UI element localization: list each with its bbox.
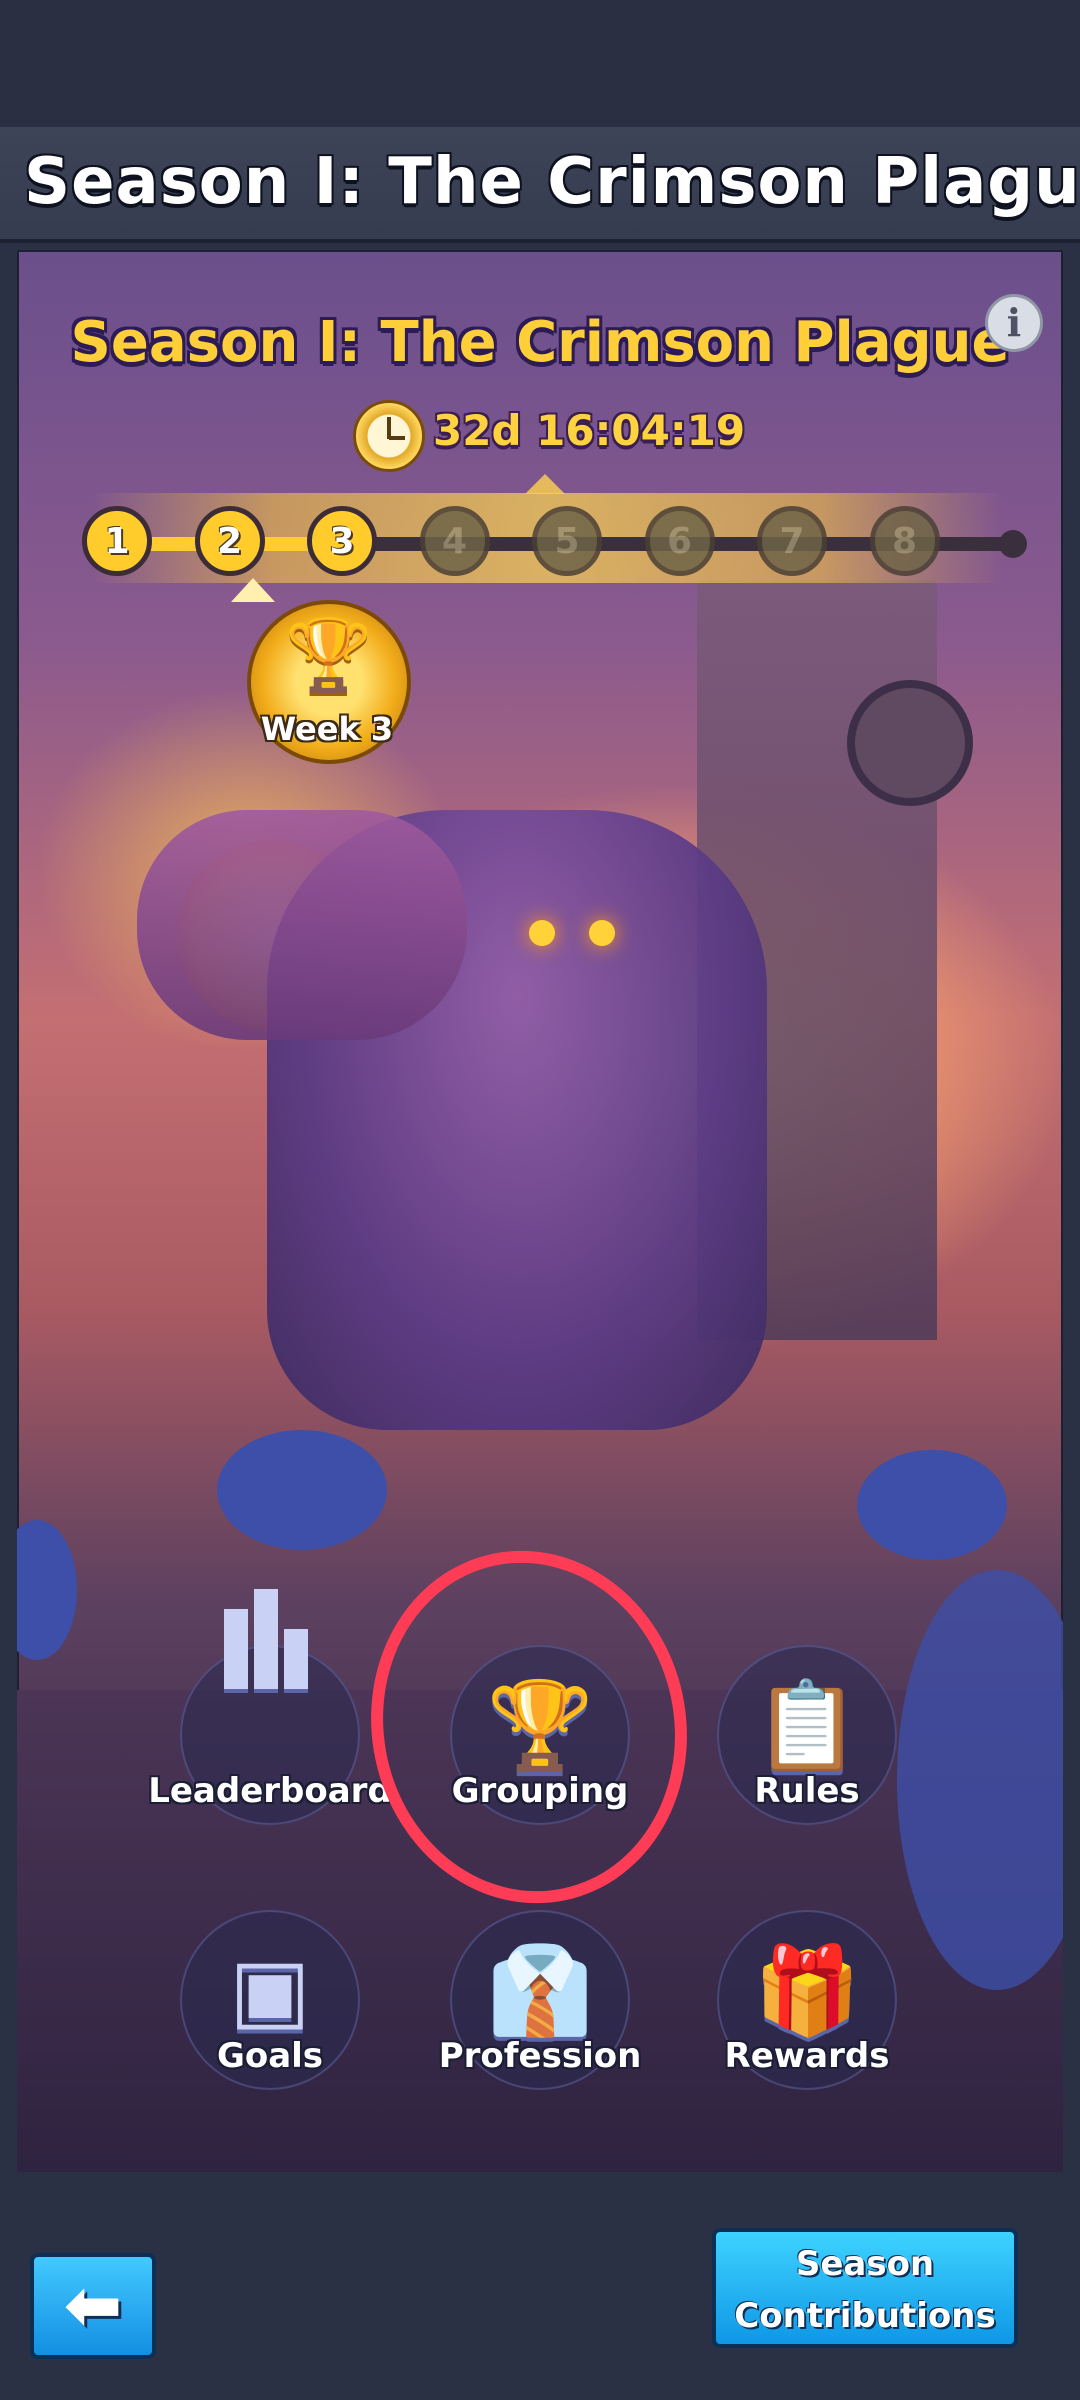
- week-node-5[interactable]: 5: [532, 506, 602, 576]
- week-node-1[interactable]: 1: [82, 506, 152, 576]
- banner-tip: [525, 474, 565, 494]
- trophy-icon: 🏆: [285, 614, 373, 696]
- robot-eye-right: [589, 920, 615, 946]
- page-title: Season I: The Crimson Plague: [24, 145, 1080, 219]
- leaderboard-button[interactable]: Leaderboard: [148, 1589, 392, 1845]
- robot-eye-left: [529, 920, 555, 946]
- contributions-line2: Contributions: [734, 2296, 996, 2336]
- soldier-art: [17, 1520, 77, 1660]
- clipboard-icon: 📋: [753, 1676, 861, 1776]
- week-node-8[interactable]: 8: [869, 506, 940, 576]
- week-node-6[interactable]: 6: [644, 506, 715, 576]
- season-scene: Season I: The Crimson Plague i 32d 16:04…: [17, 250, 1063, 2172]
- leaderboard-label: Leaderboard: [148, 1771, 392, 1811]
- rewards-label: Rewards: [724, 2036, 890, 2076]
- current-week-pointer: [231, 578, 275, 602]
- info-icon[interactable]: i: [985, 294, 1043, 352]
- header-bar: Season I: The Crimson Plague: [0, 127, 1080, 243]
- rules-button[interactable]: 📋 Rules: [707, 1645, 907, 1845]
- week-node-4[interactable]: 4: [419, 506, 490, 576]
- profession-button[interactable]: 👔 Profession: [439, 1910, 641, 2110]
- soldier-helmet-art: [217, 1430, 387, 1550]
- contributions-line1: Season: [795, 2244, 935, 2284]
- gift-icon: 🎁: [753, 1941, 861, 2041]
- season-title: Season I: The Crimson Plague: [70, 310, 1010, 375]
- progress-track-end: [999, 530, 1027, 558]
- season-contributions-button[interactable]: Season Contributions: [712, 2228, 1018, 2348]
- robot-cannon-art: [137, 810, 467, 1040]
- goals-label: Goals: [216, 2036, 324, 2076]
- rewards-button[interactable]: 🎁 Rewards: [707, 1910, 907, 2110]
- tower-clock-art: [847, 680, 973, 806]
- week-node-2[interactable]: 2: [194, 506, 265, 576]
- clock-icon: [353, 400, 425, 472]
- status-bar-area: [0, 0, 1080, 127]
- necktie-icon: 👔: [486, 1941, 594, 2041]
- rules-label: Rules: [754, 1771, 860, 1811]
- goals-button[interactable]: ▣ Goals: [170, 1910, 370, 2110]
- current-week-label: Week 3: [260, 710, 394, 748]
- soldier-helmet-art: [857, 1450, 1007, 1560]
- timer-text: 32d 16:04:19: [433, 406, 746, 455]
- week-node-3[interactable]: 3: [307, 506, 377, 576]
- goals-card-icon: ▣: [229, 1940, 311, 2040]
- back-arrow-icon: ⬅: [63, 2264, 123, 2346]
- week-node-7[interactable]: 7: [757, 506, 827, 576]
- profession-label: Profession: [438, 2036, 642, 2076]
- back-button[interactable]: ⬅: [30, 2253, 156, 2359]
